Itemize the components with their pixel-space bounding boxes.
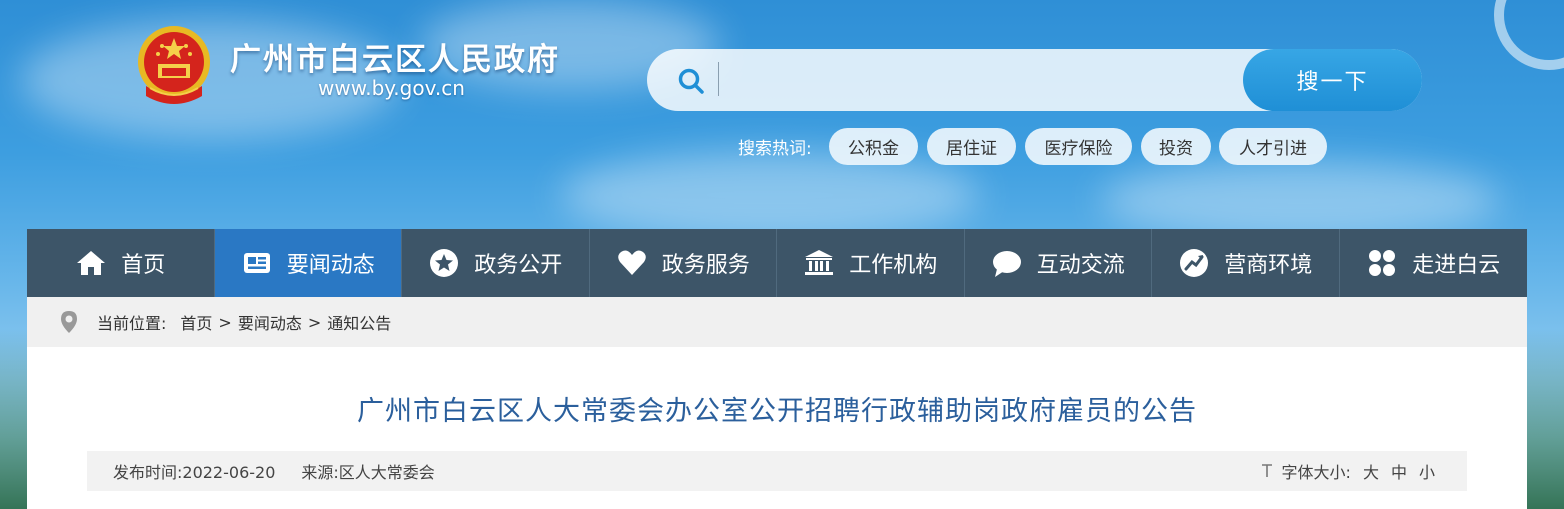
breadcrumb-link-news[interactable]: 要闻动态: [238, 310, 302, 334]
corner-decoration: [1494, 0, 1564, 70]
font-size-small-button[interactable]: 小: [1419, 459, 1435, 483]
nav-item-institutions[interactable]: 工作机构: [777, 229, 965, 297]
search-input[interactable]: [722, 56, 1222, 104]
breadcrumb-separator: >: [307, 312, 322, 332]
hot-term-tag[interactable]: 投资: [1141, 128, 1211, 165]
font-size-controls: 字体大小: 大 中 小: [1260, 459, 1435, 483]
news-icon: [243, 253, 270, 273]
nav-item-business-environment[interactable]: 营商环境: [1152, 229, 1340, 297]
article-meta-bar: 发布时间:2022-06-20 来源:区人大常委会 字体大小: 大 中 小: [87, 451, 1467, 491]
nav-item-label: 要闻动态: [286, 253, 375, 278]
nav-item-news[interactable]: 要闻动态: [214, 229, 402, 297]
nav-item-label: 营商环境: [1224, 253, 1313, 278]
hot-term-tag[interactable]: 人才引进: [1219, 128, 1327, 165]
breadcrumb-link-home[interactable]: 首页: [180, 310, 212, 334]
main-nav: 首页 要闻动态 政务公开 政务服务 工作机构 互动交流 营商环境 走进白云: [27, 229, 1527, 297]
nav-item-label: 政务公开: [474, 253, 563, 278]
hot-term-tag[interactable]: 居住证: [927, 128, 1016, 165]
nav-item-about-baiyun[interactable]: 走进白云: [1340, 229, 1528, 297]
breadcrumb-link-notices[interactable]: 通知公告: [327, 310, 391, 334]
national-emblem-icon: [138, 26, 210, 104]
business-icon: [1180, 249, 1209, 277]
nav-item-label: 政务服务: [661, 253, 750, 278]
nav-item-label: 走进白云: [1412, 253, 1501, 278]
institution-icon: [805, 250, 834, 275]
breadcrumb-label: 当前位置:: [97, 314, 167, 333]
font-size-label: 字体大小:: [1281, 463, 1351, 482]
nav-item-label: 互动交流: [1036, 253, 1125, 278]
site-title: 广州市白云区人民政府: [230, 42, 560, 78]
article-title: 广州市白云区人大常委会办公室公开招聘行政辅助岗政府雇员的公告: [357, 396, 1197, 427]
nav-item-label: 首页: [121, 253, 166, 278]
site-url: www.by.gov.cn: [318, 76, 465, 100]
home-icon: [77, 251, 106, 275]
location-pin-icon: [61, 311, 77, 333]
nav-item-government-affairs[interactable]: 政务公开: [402, 229, 590, 297]
breadcrumb: 当前位置: 首页 > 要闻动态 > 通知公告: [27, 297, 1527, 347]
nav-item-interaction[interactable]: 互动交流: [965, 229, 1152, 297]
font-size-medium-button[interactable]: 中: [1391, 459, 1407, 483]
publish-date: 发布时间:2022-06-20: [113, 463, 276, 482]
hot-search-label: 搜索热词:: [738, 139, 812, 159]
article-content: 广州市白云区人大常委会办公室公开招聘行政辅助岗政府雇员的公告 发布时间:2022…: [27, 347, 1527, 509]
cloud-decoration: [1100, 160, 1500, 240]
nav-item-government-services[interactable]: 政务服务: [590, 229, 777, 297]
hot-term-tag[interactable]: 医疗保险: [1025, 128, 1132, 165]
font-size-large-button[interactable]: 大: [1363, 459, 1379, 483]
article-source: 来源:区人大常委会: [301, 463, 435, 482]
nav-item-home[interactable]: 首页: [27, 229, 215, 297]
cloud-decoration: [560, 150, 980, 240]
search-button[interactable]: 搜一下: [1243, 49, 1422, 111]
grid-icon: [1369, 250, 1396, 276]
nav-item-label: 工作机构: [849, 253, 938, 278]
star-icon: [430, 249, 459, 277]
hot-term-tag[interactable]: 公积金: [829, 128, 918, 165]
breadcrumb-separator: >: [218, 312, 232, 332]
heart-icon: [617, 250, 646, 275]
font-size-icon: [1261, 464, 1272, 477]
search-divider: [718, 62, 719, 96]
chat-icon: [992, 251, 1021, 277]
search-icon: [678, 68, 704, 94]
